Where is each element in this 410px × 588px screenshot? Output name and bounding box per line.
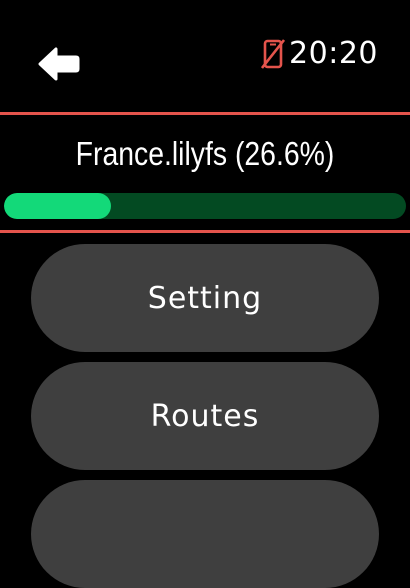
clock-time: 20:20 xyxy=(289,36,378,71)
menu-button-partial[interactable] xyxy=(31,480,379,588)
divider-top xyxy=(0,112,410,115)
status-bar: 20:20 xyxy=(261,36,378,72)
arrow-left-icon xyxy=(38,46,80,82)
routes-button[interactable]: Routes xyxy=(31,362,379,470)
progress-bar xyxy=(4,193,406,219)
setting-button-label: Setting xyxy=(147,280,263,316)
routes-button-label: Routes xyxy=(150,398,260,434)
back-button[interactable] xyxy=(38,46,80,82)
phone-disconnected-icon xyxy=(261,39,286,69)
progress-fill xyxy=(4,193,111,219)
download-title: France.lilyfs (26.6%) xyxy=(75,135,335,172)
divider-bottom xyxy=(0,230,410,233)
setting-button[interactable]: Setting xyxy=(31,244,379,352)
